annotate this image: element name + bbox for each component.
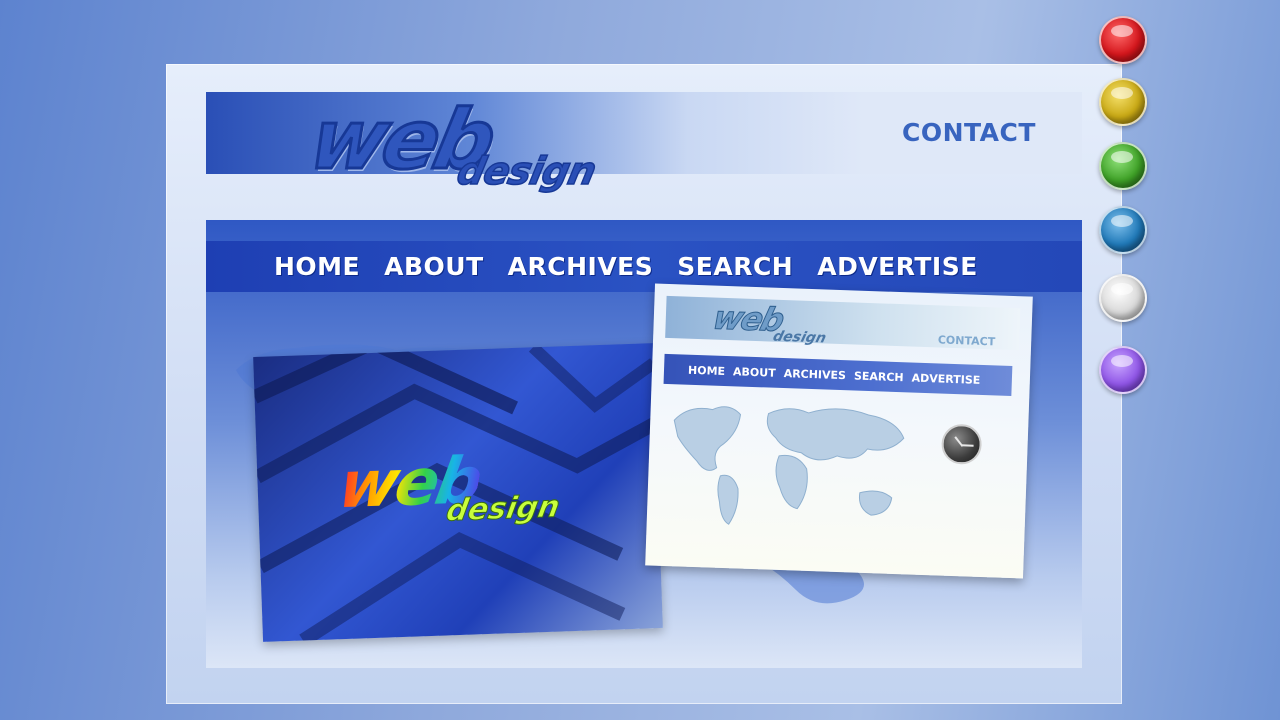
- preview-nav-search[interactable]: SEARCH: [854, 369, 904, 384]
- preview-logo-subtitle: design: [771, 328, 828, 347]
- nav-archives[interactable]: ARCHIVES: [508, 252, 654, 281]
- preview-header: web design CONTACT: [665, 295, 1021, 351]
- clock-icon: [940, 423, 983, 465]
- preview-left-logo-subtitle: design: [443, 489, 563, 529]
- site-logo-subtitle: design: [453, 148, 601, 194]
- preview-nav-archives[interactable]: ARCHIVES: [783, 367, 846, 382]
- yellow-dot-button[interactable]: [1099, 78, 1147, 126]
- preview-nav-home[interactable]: HOME: [688, 363, 725, 377]
- preview-card-left: web design: [253, 343, 663, 642]
- nav-search[interactable]: SEARCH: [677, 252, 793, 281]
- main-nav: HOME ABOUT ARCHIVES SEARCH ADVERTISE: [206, 241, 1082, 292]
- preview-nav: HOME ABOUT ARCHIVES SEARCH ADVERTISE: [663, 353, 1013, 396]
- preview-contact-link[interactable]: CONTACT: [938, 333, 996, 348]
- contact-link[interactable]: CONTACT: [902, 118, 1036, 147]
- world-map-icon: [673, 406, 905, 525]
- color-dots: [1099, 16, 1147, 396]
- preview-nav-about[interactable]: ABOUT: [733, 365, 776, 379]
- preview-nav-advertise[interactable]: ADVERTISE: [911, 371, 980, 386]
- nav-about[interactable]: ABOUT: [384, 252, 484, 281]
- white-dot-button[interactable]: [1099, 274, 1147, 322]
- nav-home[interactable]: HOME: [274, 252, 360, 281]
- red-dot-button[interactable]: [1099, 16, 1147, 64]
- preview-card-right: web design CONTACT HOME ABOUT ARCHIVES S…: [645, 283, 1033, 579]
- blue-dot-button[interactable]: [1099, 206, 1147, 254]
- green-dot-button[interactable]: [1099, 142, 1147, 190]
- nav-advertise[interactable]: ADVERTISE: [817, 252, 978, 281]
- purple-dot-button[interactable]: [1099, 346, 1147, 394]
